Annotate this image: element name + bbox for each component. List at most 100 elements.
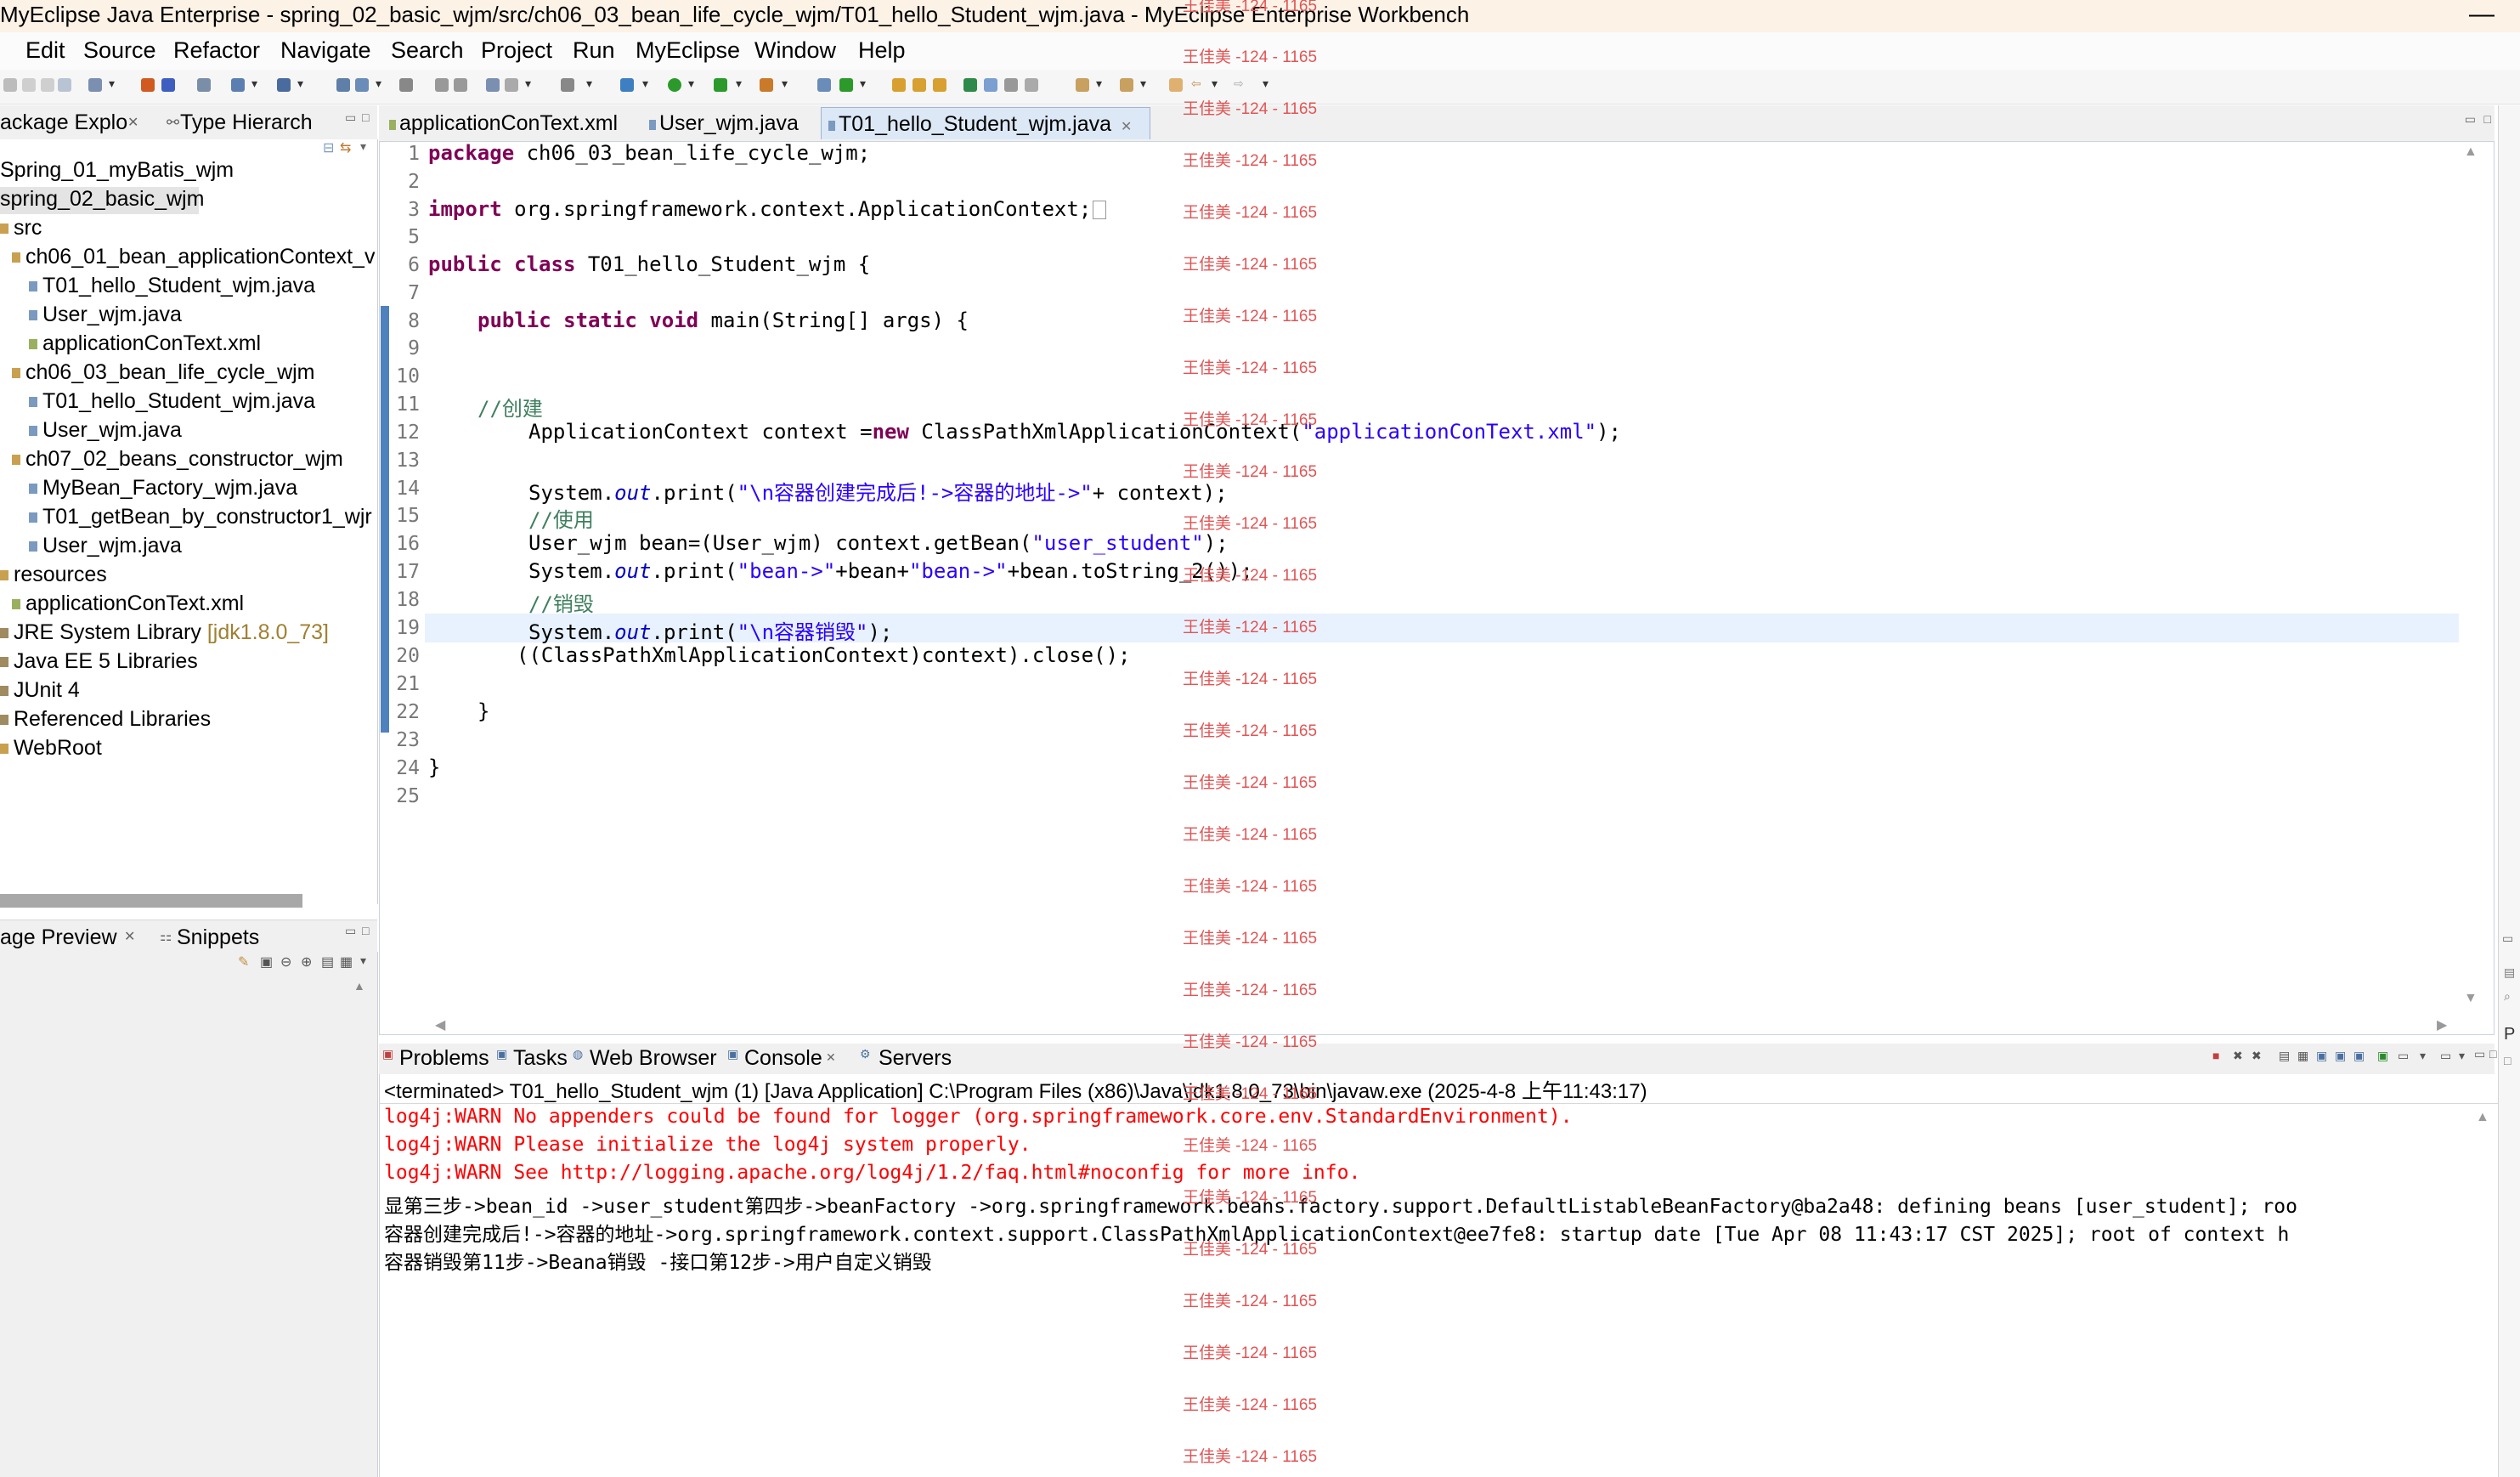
chevron-down-icon[interactable]: ▾	[376, 76, 381, 91]
tab-tasks[interactable]: Tasks	[513, 1046, 568, 1071]
new-package-icon[interactable]	[839, 78, 853, 92]
tree-item[interactable]: applicationConText.xml	[29, 331, 261, 356]
display-console-icon[interactable]: ▭	[2398, 1049, 2409, 1063]
tree-item[interactable]: T01_getBean_by_constructor1_wjr	[29, 505, 372, 529]
tree-item[interactable]: JUnit 4	[0, 678, 80, 703]
new-console-icon[interactable]: ▭	[2440, 1049, 2451, 1063]
properties-icon[interactable]: P	[2504, 1025, 2515, 1044]
sync-icon[interactable]	[454, 78, 467, 92]
maximize-view-icon[interactable]: □	[362, 924, 369, 937]
tree-item[interactable]: Java EE 5 Libraries	[0, 649, 198, 674]
web-icon[interactable]	[231, 78, 245, 92]
open2-icon[interactable]	[505, 78, 518, 92]
open-resource-icon[interactable]	[933, 78, 946, 92]
chevron-down-icon[interactable]: ▾	[251, 76, 257, 91]
tab-problems[interactable]: Problems	[399, 1046, 489, 1071]
maximize-view-icon[interactable]: □	[362, 110, 369, 124]
actual-size-icon[interactable]: ▤	[321, 954, 334, 971]
tree-item[interactable]: Referenced Libraries	[0, 707, 211, 732]
last-edit-icon[interactable]	[1169, 78, 1183, 92]
chevron-down-icon[interactable]: ▾	[2459, 1049, 2465, 1063]
scroll-lock-icon[interactable]: ▦	[2297, 1049, 2308, 1063]
zoom-in-icon[interactable]: ⊕	[301, 954, 312, 971]
chevron-down-icon[interactable]: ▾	[1263, 76, 1268, 91]
tree-item[interactable]: User_wjm.java	[29, 418, 182, 443]
tree-item[interactable]: ch07_02_beans_constructor_wjm	[12, 447, 343, 472]
grid-icon[interactable]: ▦	[340, 954, 353, 971]
menu-edit[interactable]: Edit	[25, 37, 65, 64]
tree-item[interactable]: Spring_01_myBatis_wjm	[0, 158, 234, 183]
folded-imports-icon[interactable]	[1093, 201, 1107, 219]
word-wrap-icon[interactable]: ▣	[2316, 1049, 2327, 1063]
clear-console-icon[interactable]: ▤	[2279, 1049, 2290, 1063]
tab-type-hierarchy[interactable]: Type Hierarch	[180, 110, 313, 135]
chevron-down-icon[interactable]: ▾	[1096, 76, 1102, 91]
tree-item[interactable]: resources	[0, 563, 107, 587]
maximize-view-icon[interactable]: □	[2489, 1047, 2496, 1061]
close-icon[interactable]: ✕	[1121, 120, 1132, 134]
server-icon[interactable]	[161, 78, 175, 92]
tab-image-preview[interactable]: age Preview	[0, 925, 117, 950]
new-java-project-icon[interactable]	[817, 78, 831, 92]
menu-project[interactable]: Project	[481, 37, 552, 64]
scroll-down-icon[interactable]: ▼	[2464, 991, 2478, 1006]
scroll-up-icon[interactable]: ▲	[2476, 1110, 2489, 1125]
remove-all-icon[interactable]: ✖	[2252, 1049, 2262, 1063]
minimize-editor-icon[interactable]: ▭	[2465, 112, 2476, 127]
chevron-down-icon[interactable]: ▾	[1212, 76, 1218, 91]
tree-item[interactable]: User_wjm.java	[29, 534, 182, 558]
minimize-view-icon[interactable]: ▭	[2474, 1047, 2485, 1061]
new-icon[interactable]	[3, 78, 17, 92]
tab-web-browser[interactable]: Web Browser	[590, 1046, 717, 1071]
show-stdout-icon[interactable]: ▣	[2335, 1049, 2346, 1063]
external-tools-icon[interactable]	[760, 78, 773, 92]
open-folder-icon[interactable]	[892, 78, 906, 92]
chevron-down-icon[interactable]: ▾	[688, 76, 694, 91]
tree-item[interactable]: User_wjm.java	[29, 303, 182, 327]
chevron-down-icon[interactable]: ▾	[109, 76, 115, 91]
tree-item[interactable]: WebRoot	[0, 736, 102, 761]
tree-item[interactable]: T01_hello_Student_wjm.java	[29, 389, 315, 414]
scroll-up-icon[interactable]: ▲	[353, 979, 365, 993]
menu-refactor[interactable]: Refactor	[173, 37, 260, 64]
tab-package-explorer[interactable]: ackage Explo	[0, 110, 127, 135]
tree-item-selected[interactable]: spring_02_basic_wjm	[0, 187, 204, 214]
back-icon[interactable]: ⇦	[1191, 76, 1201, 91]
scroll-right-icon[interactable]: ▶	[2437, 1016, 2447, 1033]
tab-console[interactable]: Console	[744, 1046, 822, 1071]
zoom-out-icon[interactable]: ⊖	[280, 954, 291, 971]
maximize-editor-icon[interactable]: □	[2484, 112, 2491, 126]
chevron-down-icon[interactable]: ▾	[586, 76, 592, 91]
tree-item[interactable]: src	[0, 216, 42, 241]
debug-icon[interactable]	[620, 78, 634, 92]
chevron-down-icon[interactable]: ▾	[860, 76, 866, 91]
toggle-mark-icon[interactable]	[984, 78, 997, 92]
save-all-icon[interactable]	[41, 78, 54, 92]
forward-icon[interactable]: ⇨	[1234, 76, 1244, 91]
run-icon[interactable]	[668, 78, 681, 92]
chevron-down-icon[interactable]: ▾	[736, 76, 742, 91]
tree-item[interactable]: ch06_01_bean_applicationContext_v	[12, 245, 375, 269]
menu-navigate[interactable]: Navigate	[280, 37, 371, 64]
close-icon[interactable]: ✕	[124, 928, 135, 945]
class-icon[interactable]	[355, 78, 369, 92]
close-icon[interactable]: ✕	[127, 114, 138, 131]
link-icon[interactable]	[399, 78, 413, 92]
horizontal-scrollbar[interactable]	[0, 894, 302, 908]
tab-servers[interactable]: Servers	[879, 1046, 952, 1071]
chevron-down-icon[interactable]: ▾	[2420, 1049, 2426, 1063]
tab-t01-hello-student-java[interactable]: T01_hello_Student_wjm.java ✕	[821, 107, 1150, 139]
chevron-down-icon[interactable]: ▾	[782, 76, 788, 91]
menu-search[interactable]: Search	[391, 37, 464, 64]
view-menu-icon[interactable]: ▾	[360, 954, 366, 968]
db-icon[interactable]	[277, 78, 291, 92]
package-icon[interactable]	[336, 78, 350, 92]
close-icon[interactable]: ✕	[826, 1050, 836, 1065]
tab-user-wjm-java[interactable]: User_wjm.java	[642, 107, 805, 139]
link-editor-icon[interactable]: ⇆	[340, 139, 351, 156]
chevron-down-icon[interactable]: ▾	[1140, 76, 1146, 91]
collapse-all-icon[interactable]: ⊟	[323, 139, 334, 156]
tree-item[interactable]: applicationConText.xml	[12, 591, 244, 616]
search-icon[interactable]: ⌕	[2504, 989, 2511, 1004]
new-server-icon[interactable]	[88, 78, 102, 92]
